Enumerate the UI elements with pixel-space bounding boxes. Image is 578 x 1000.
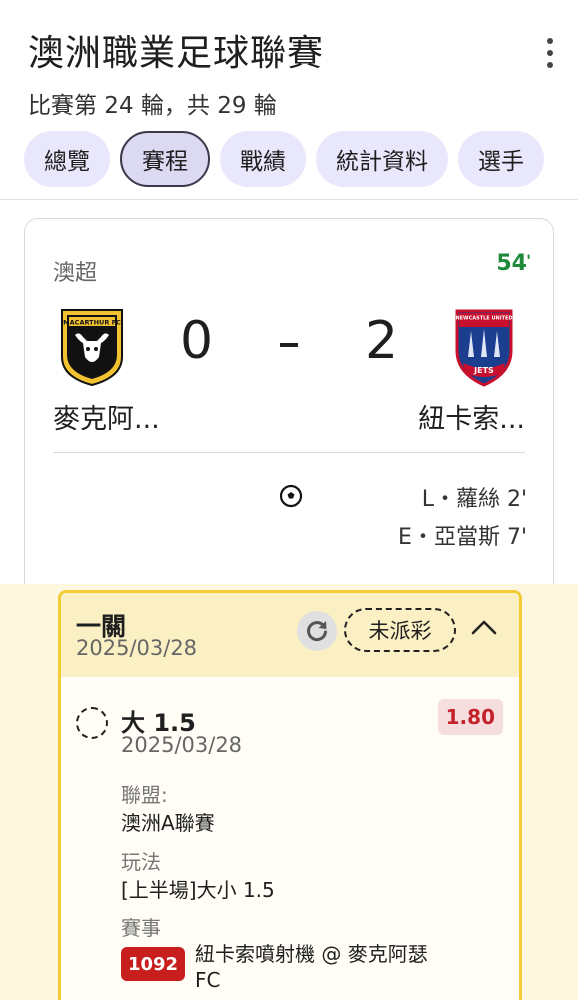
crest-text-bottom: JETS (473, 366, 494, 375)
league-field-label: 聯盟: (121, 783, 168, 807)
newcastle-jets-crest-icon: NEWCASTLE UNITED JETS (455, 309, 513, 387)
event-field-label: 賽事 (121, 916, 161, 940)
event-matchup: 紐卡索噴射機 @ 麥克阿瑟FC (195, 942, 428, 992)
crest-text-top: NEWCASTLE UNITED (455, 316, 512, 322)
live-minute: 54 ' (496, 251, 531, 276)
pick-status-radio (76, 707, 108, 739)
tab-standings[interactable]: 戰績 (220, 131, 306, 187)
tab-schedule[interactable]: 賽程 (120, 131, 210, 187)
tab-stats[interactable]: 統計資料 (316, 131, 448, 187)
away-score: 2 (365, 311, 399, 371)
home-score: 0 (180, 311, 214, 371)
tab-bar: 總覽 賽程 戰績 統計資料 選手 (24, 131, 544, 187)
chevron-up-icon[interactable] (467, 611, 501, 645)
odds-badge: 1.80 (437, 699, 503, 735)
away-team-name: 紐卡索... (418, 404, 525, 435)
tab-overview[interactable]: 總覽 (24, 131, 110, 187)
market-field-label: 玩法 (121, 850, 161, 874)
app-header: 澳洲職業足球聯賽 比賽第 24 輪，共 29 輪 總覽 賽程 戰績 統計資料 選… (0, 0, 578, 200)
refresh-button[interactable] (297, 611, 337, 651)
bet-date: 2025/03/28 (76, 636, 198, 660)
league-field-value: 澳洲A聯賽 (121, 811, 215, 835)
bet-slip: 一關 2025/03/28 未派彩 大 1.5 2025/03/28 1.80 … (58, 590, 522, 1000)
event-number-badge: 1092 (121, 947, 185, 981)
refresh-icon (307, 621, 327, 642)
page-title: 澳洲職業足球聯賽 (28, 33, 325, 74)
macarthur-crest-icon: MACARTHUR FC (61, 309, 123, 387)
bet-slip-header[interactable]: 一關 2025/03/28 未派彩 (61, 593, 519, 677)
tab-players[interactable]: 選手 (458, 131, 544, 187)
divider (53, 452, 525, 453)
soccer-ball-icon (279, 484, 303, 508)
round-info: 比賽第 24 輪，共 29 輪 (28, 93, 277, 119)
home-team-name: 麥克阿... (53, 404, 160, 435)
crest-text: MACARTHUR FC (63, 319, 121, 327)
league-label: 澳超 (53, 261, 98, 286)
pick-date: 2025/03/28 (121, 733, 243, 757)
away-scorer: E・亞當斯 7' (398, 525, 527, 550)
market-field-value: [上半場]大小 1.5 (121, 878, 275, 902)
more-vert-icon[interactable] (544, 38, 556, 68)
settlement-status-badge: 未派彩 (344, 608, 456, 652)
score-separator (280, 343, 298, 347)
away-scorer: L・蘿絲 2' (421, 487, 527, 512)
